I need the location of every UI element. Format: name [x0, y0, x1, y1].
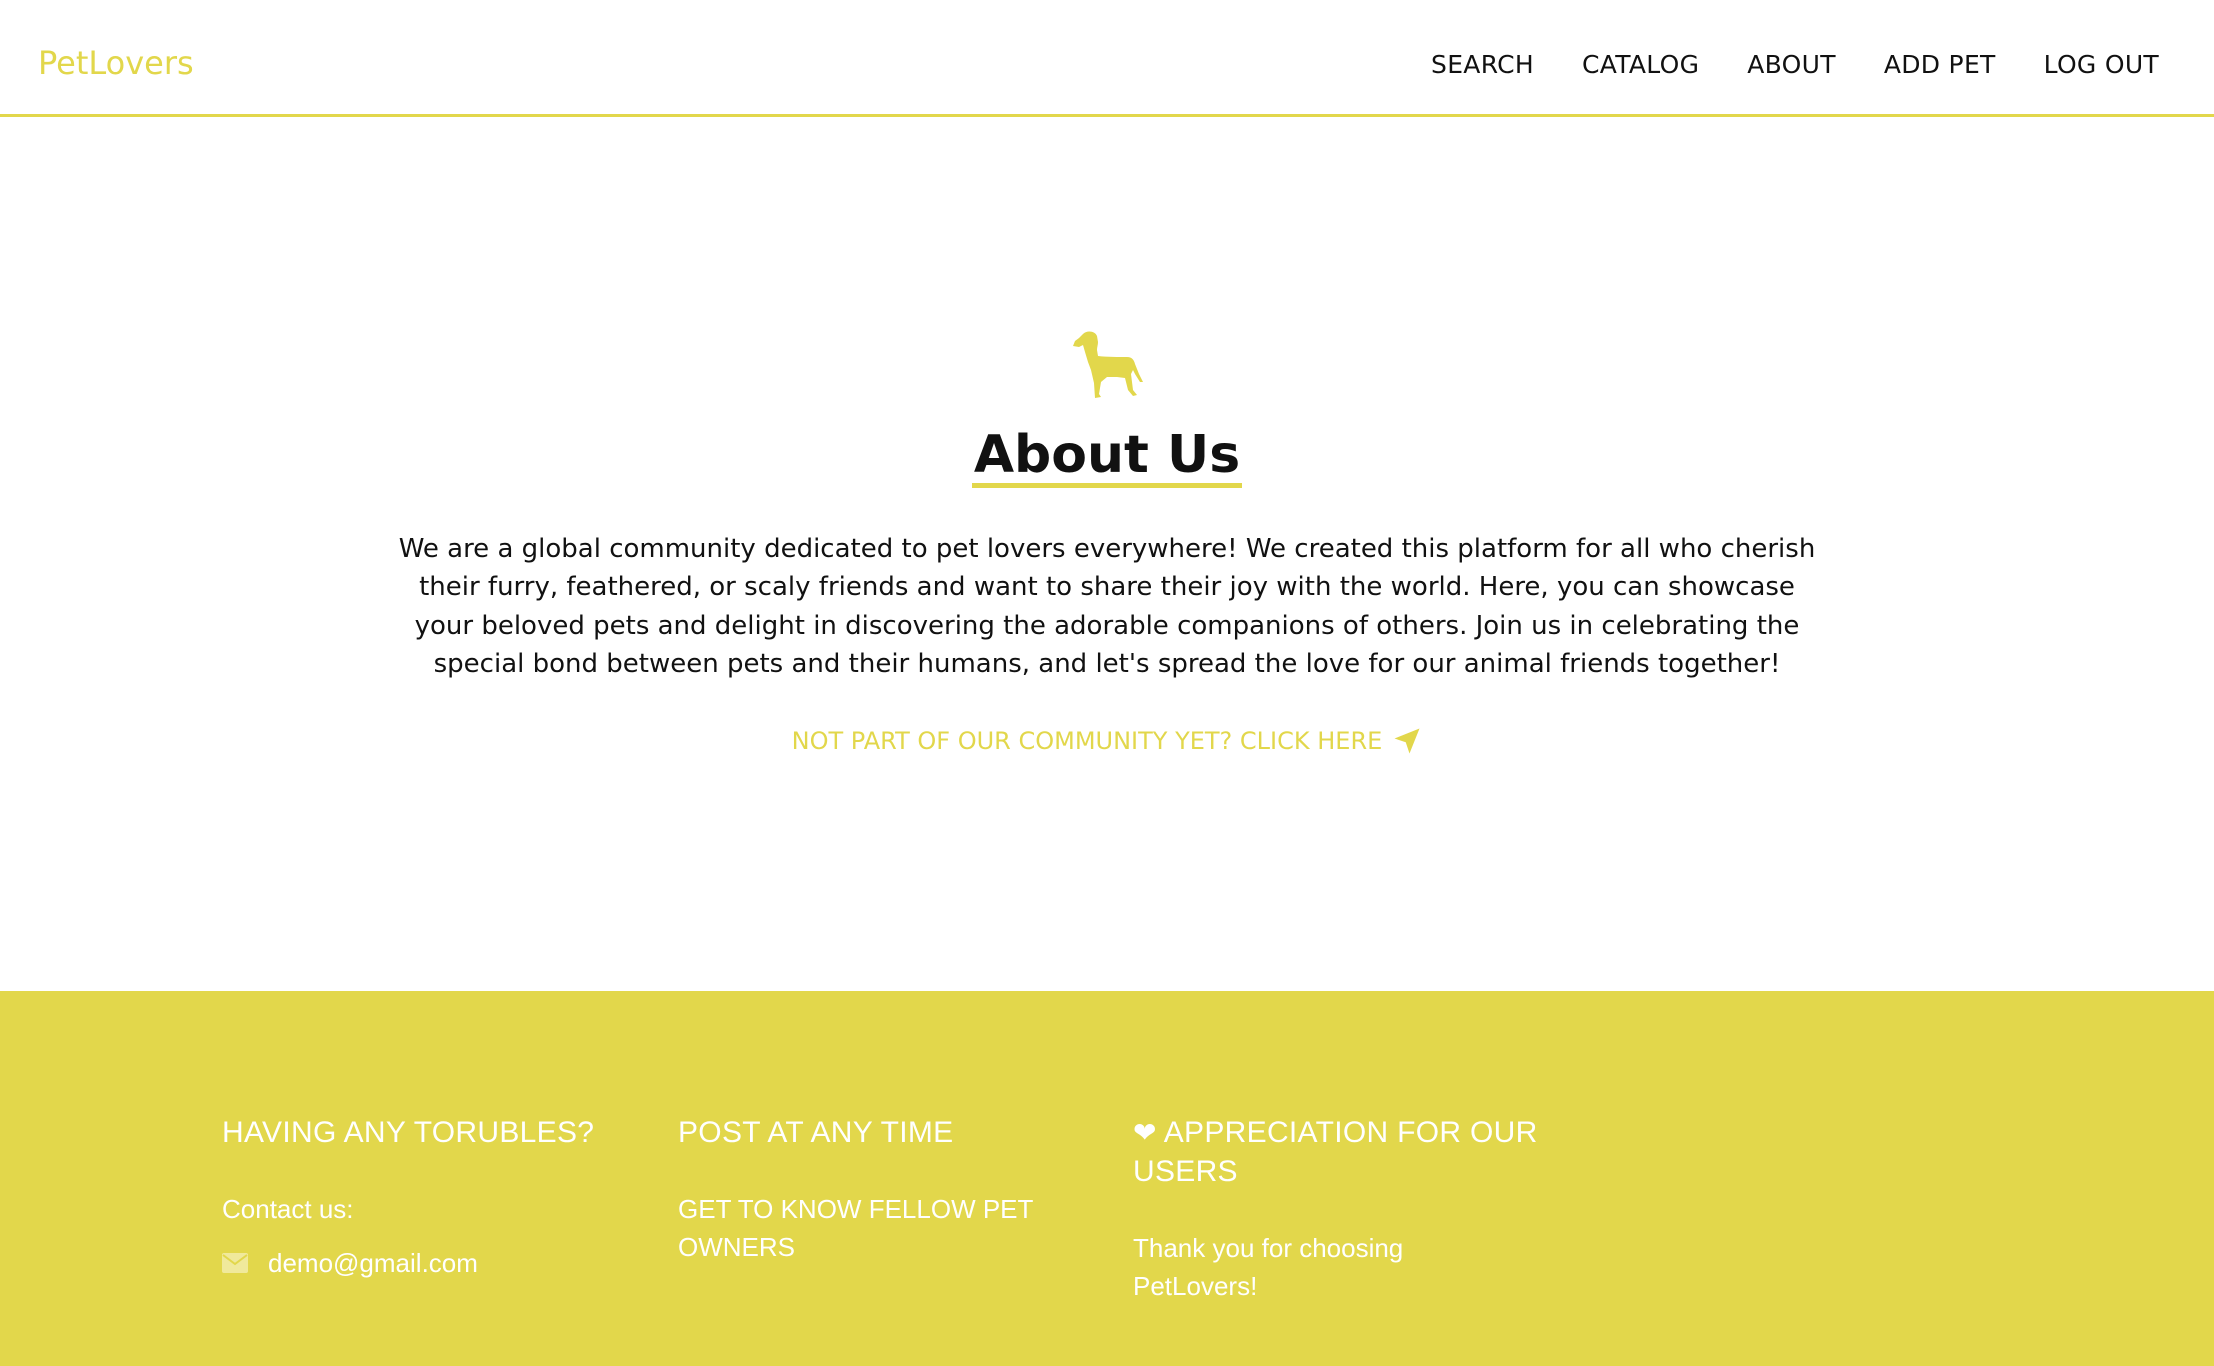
site-header: PetLovers SEARCH CATALOG ABOUT ADD PET L… — [0, 0, 2214, 117]
footer-appreciation: ❤ APPRECIATION FOR OUR USERS Thank you f… — [1133, 1113, 1583, 1305]
contact-email[interactable]: demo@gmail.com — [268, 1244, 478, 1282]
nav-add-pet[interactable]: ADD PET — [1884, 50, 1996, 79]
appreciation-heading-text: APPRECIATION FOR OUR USERS — [1133, 1116, 1538, 1188]
about-description: We are a global community dedicated to p… — [398, 533, 1816, 680]
site-footer: HAVING ANY TORUBLES? Contact us: demo@gm… — [0, 991, 2214, 1366]
email-row: demo@gmail.com — [222, 1244, 642, 1282]
footer-post-text: GET TO KNOW FELLOW PET OWNERS — [678, 1194, 1033, 1262]
footer-contact: HAVING ANY TORUBLES? Contact us: demo@gm… — [222, 1113, 642, 1282]
logo-link[interactable]: PetLovers — [38, 44, 194, 82]
footer-thanks-text: Thank you for choosing PetLovers! — [1133, 1233, 1404, 1301]
contact-label: Contact us: — [222, 1194, 354, 1224]
nav-log-out[interactable]: LOG OUT — [2044, 50, 2159, 79]
mail-icon — [222, 1253, 248, 1273]
dog-icon — [1073, 331, 1143, 398]
nav-about[interactable]: ABOUT — [1747, 50, 1836, 79]
heart-icon: ❤ — [1133, 1117, 1157, 1148]
about-section: About Us We are a global community dedic… — [0, 330, 2214, 756]
paper-plane-icon — [1394, 728, 1420, 754]
footer-heading-appreciation: ❤ APPRECIATION FOR OUR USERS — [1133, 1113, 1583, 1191]
cta-label: NOT PART OF OUR COMMUNITY YET? CLICK HER… — [791, 726, 1383, 755]
page-title: About Us — [971, 428, 1243, 488]
main-nav: SEARCH CATALOG ABOUT ADD PET LOG OUT — [1431, 50, 2159, 79]
footer-heading-troubles: HAVING ANY TORUBLES? — [222, 1116, 595, 1149]
footer-post: POST AT ANY TIME GET TO KNOW FELLOW PET … — [678, 1113, 1058, 1266]
nav-catalog[interactable]: CATALOG — [1582, 50, 1699, 79]
join-community-link[interactable]: NOT PART OF OUR COMMUNITY YET? CLICK HER… — [792, 726, 1423, 756]
nav-search[interactable]: SEARCH — [1431, 50, 1534, 79]
footer-heading-post: POST AT ANY TIME — [678, 1116, 954, 1149]
